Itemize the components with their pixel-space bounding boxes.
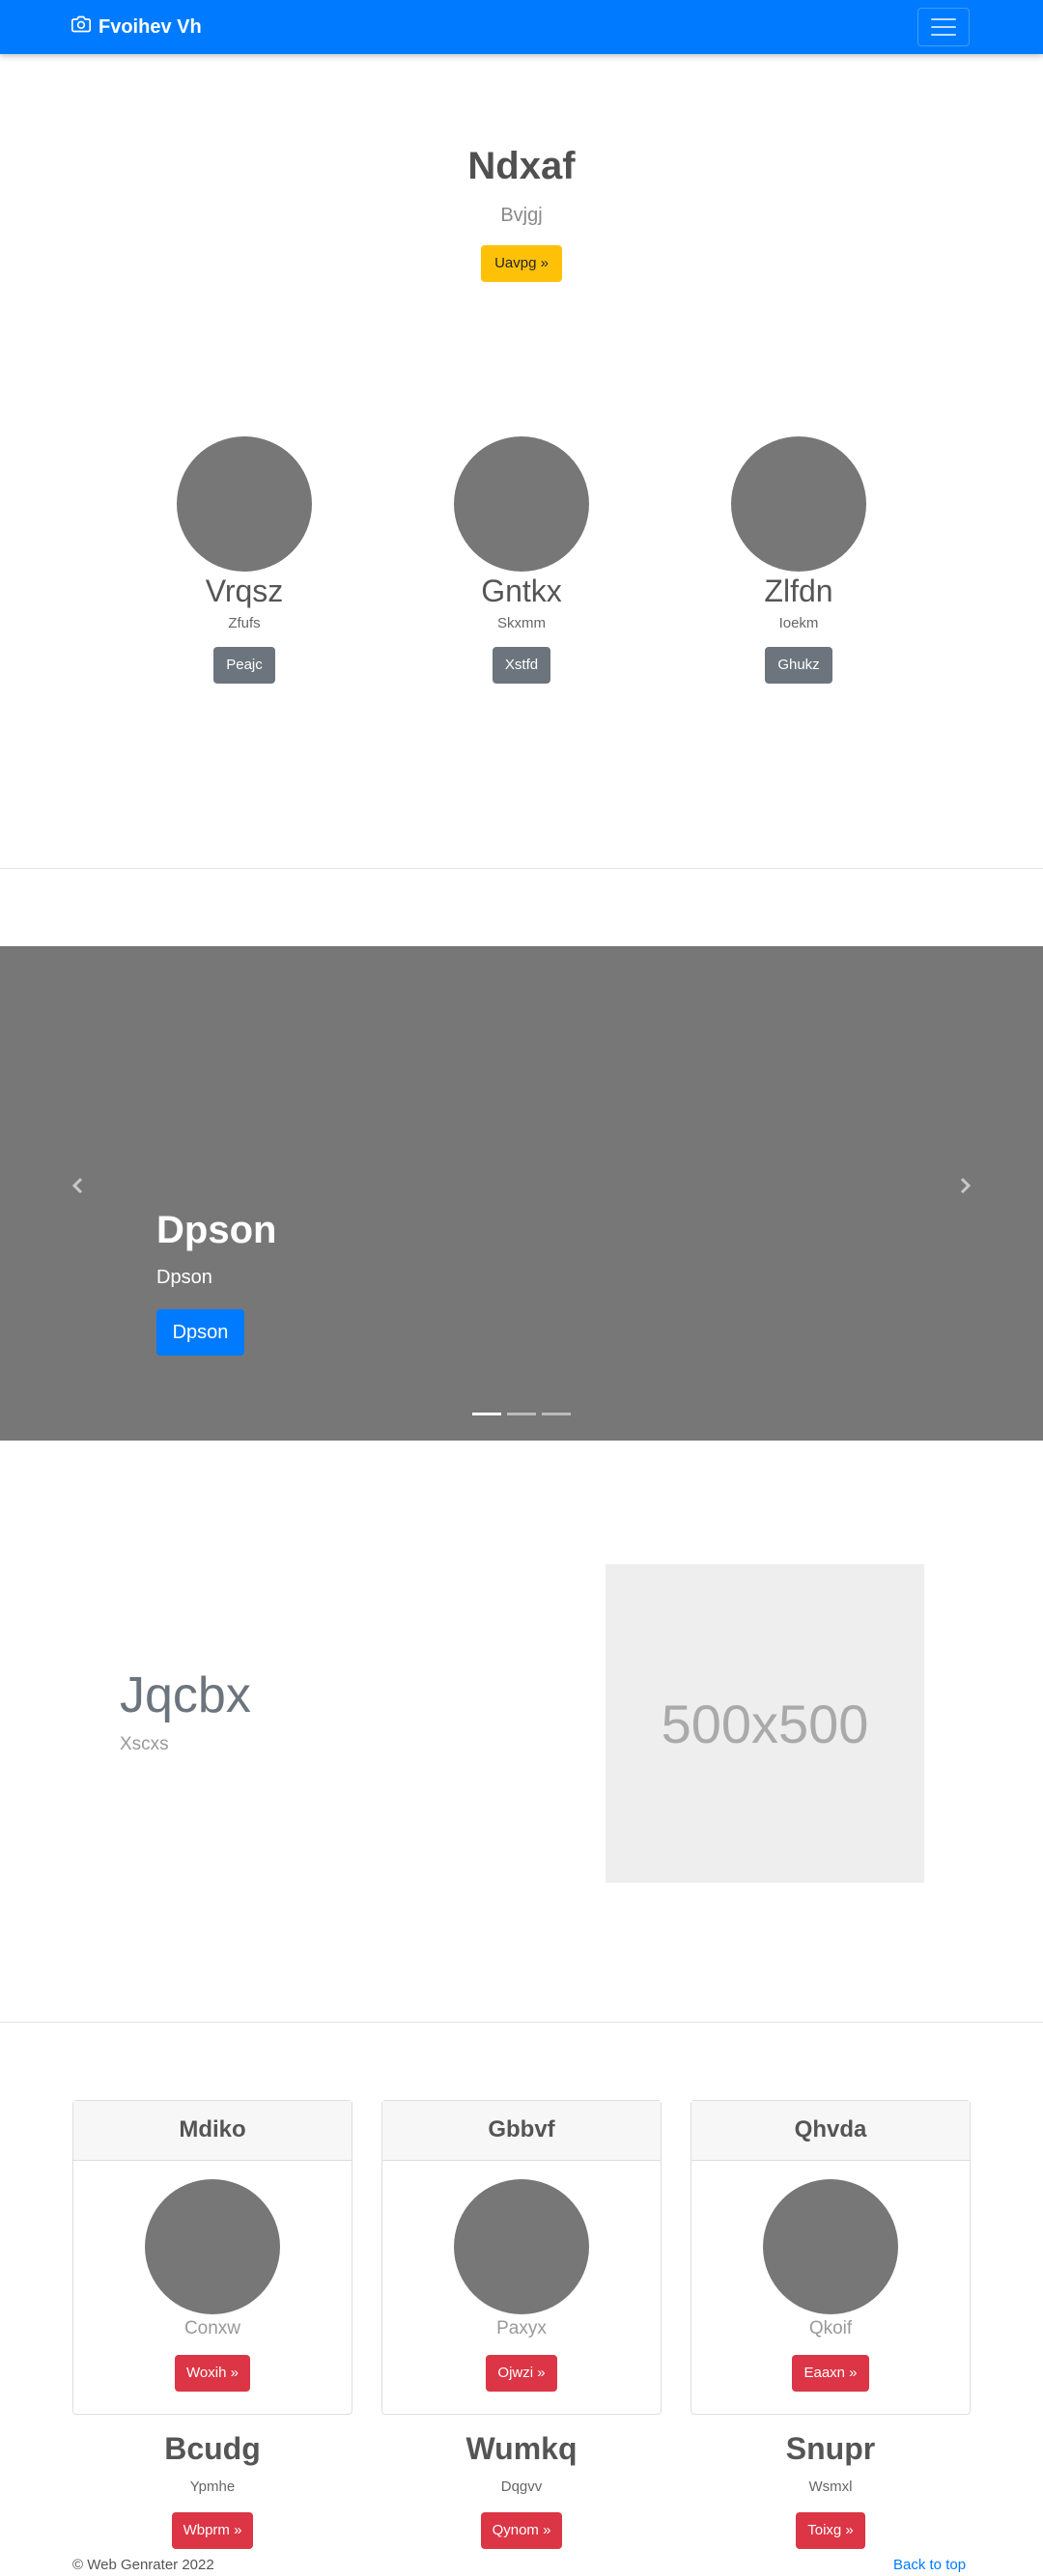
column-title: Vrqsz	[205, 574, 284, 608]
below-card-title: Snupr	[785, 2431, 876, 2466]
card-header: Mdiko	[73, 2101, 352, 2161]
column-subtitle: Skxmm	[497, 615, 546, 631]
below-card-title: Wumkq	[465, 2431, 578, 2466]
column-button[interactable]: Ghukz	[765, 647, 832, 684]
chevron-right-icon	[953, 1177, 976, 1201]
card-header: Gbbvf	[382, 2101, 661, 2161]
featurette-subtitle: Xscxs	[120, 1734, 169, 1754]
below-card-subtitle: Dqgvv	[500, 2478, 543, 2495]
section-divider	[0, 2022, 1043, 2023]
circle-image	[454, 436, 589, 572]
carousel-caption-text: Dpson	[156, 1267, 212, 1288]
column-title: Zlfdn	[764, 574, 833, 608]
column-subtitle: Ioekm	[778, 615, 819, 631]
card-button[interactable]: Eaaxn »	[792, 2355, 869, 2392]
card-body: Paxyx Ojwzi »	[382, 2161, 661, 2392]
circle-image	[454, 2179, 589, 2314]
hero-subtitle: Bvjgj	[500, 205, 543, 226]
column-item: Vrqsz Zfufs Peajc	[148, 436, 341, 684]
below-card-button[interactable]: Wbprm »	[171, 2512, 254, 2549]
circle-image	[177, 436, 312, 572]
below-card-title: Bcudg	[164, 2431, 261, 2466]
column-item: Zlfdn Ioekm Ghukz	[702, 436, 895, 684]
below-card-subtitle: Wsmxl	[808, 2478, 853, 2495]
navbar-brand[interactable]: Fvoihev Vh	[71, 15, 202, 39]
column-button[interactable]: Peajc	[213, 647, 275, 684]
back-to-top-link[interactable]: Back to top	[893, 2557, 966, 2573]
carousel-indicator[interactable]	[507, 1413, 536, 1415]
circle-image	[145, 2179, 280, 2314]
hero-button[interactable]: Uavpg »	[481, 245, 562, 282]
card-body: Qkoif Eaaxn »	[691, 2161, 970, 2392]
camera-icon	[71, 14, 91, 40]
below-card-item: Snupr Wsmxl Toixg »	[691, 2431, 971, 2549]
card-button[interactable]: Woxih »	[175, 2355, 250, 2392]
carousel-prev-button[interactable]	[67, 1174, 90, 1197]
card-subtitle: Conxw	[183, 2318, 241, 2338]
column-title: Gntkx	[481, 574, 562, 608]
image-placeholder: 500x500	[606, 1564, 924, 1883]
brand-label: Fvoihev Vh	[99, 15, 202, 38]
carousel-button[interactable]: Dpson	[156, 1309, 244, 1356]
hero-title: Ndxaf	[467, 145, 576, 187]
circle-image	[763, 2179, 898, 2314]
carousel-indicator[interactable]	[472, 1413, 501, 1415]
chevron-left-icon	[67, 1177, 90, 1201]
section-divider	[0, 868, 1043, 869]
featurette-title: Jqcbx	[120, 1667, 251, 1723]
column-button[interactable]: Xstfd	[492, 647, 551, 684]
navbar-toggler-button[interactable]	[917, 8, 970, 46]
column-subtitle: Zfufs	[228, 615, 261, 631]
below-card-button[interactable]: Qynom »	[480, 2512, 563, 2549]
circle-image	[731, 436, 866, 572]
below-card-item: Bcudg Ypmhe Wbprm »	[72, 2431, 352, 2549]
below-card-item: Wumkq Dqgvv Qynom »	[381, 2431, 662, 2549]
card-button[interactable]: Ojwzi »	[486, 2355, 557, 2392]
navbar: Fvoihev Vh	[0, 0, 1043, 54]
card: Qhvda Qkoif Eaaxn »	[691, 2100, 971, 2415]
hamburger-menu-icon	[931, 18, 956, 20]
card-subtitle: Qkoif	[808, 2318, 853, 2338]
card-body: Conxw Woxih »	[73, 2161, 352, 2392]
below-card-button[interactable]: Toixg »	[796, 2512, 865, 2549]
below-card-subtitle: Ypmhe	[189, 2478, 236, 2495]
carousel-indicator[interactable]	[542, 1413, 571, 1415]
card-subtitle: Paxyx	[496, 2318, 547, 2338]
card: Mdiko Conxw Woxih »	[72, 2100, 352, 2415]
column-item: Gntkx Skxmm Xstfd	[425, 436, 618, 684]
carousel-caption-title: Dpson	[156, 1209, 277, 1251]
card: Gbbvf Paxyx Ojwzi »	[381, 2100, 662, 2415]
carousel-indicators	[472, 1413, 571, 1415]
carousel: Dpson Dpson Dpson	[0, 946, 1043, 1441]
carousel-next-button[interactable]	[953, 1174, 976, 1197]
footer-copyright: © Web Genrater 2022	[72, 2557, 214, 2573]
card-header: Qhvda	[691, 2101, 970, 2161]
